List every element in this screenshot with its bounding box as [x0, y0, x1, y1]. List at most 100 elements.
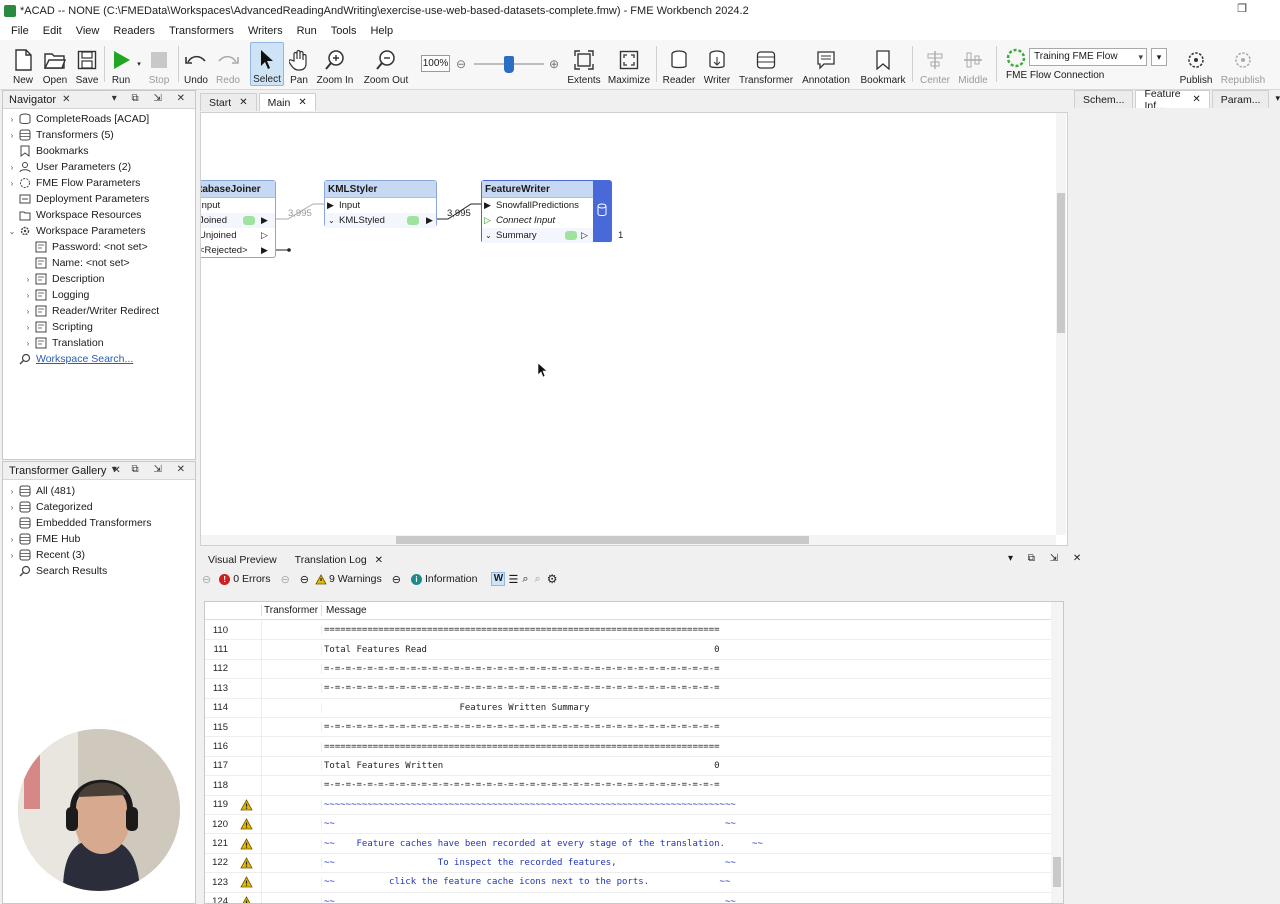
log-row[interactable]: 122 ~~ To inspect the recorded features, … [205, 853, 1051, 874]
close-icon[interactable]: ✕ [62, 94, 70, 105]
new-button[interactable]: New [8, 42, 38, 86]
zoom-in-button[interactable]: Zoom In [314, 42, 356, 86]
log-row[interactable]: 114 Features Written Summary [205, 698, 1051, 718]
expand-icon[interactable]: › [23, 323, 33, 332]
expand-icon[interactable]: › [7, 535, 17, 544]
gallery-item-search-results[interactable]: Search Results [7, 563, 107, 579]
log-vertical-scrollbar[interactable] [1051, 602, 1063, 903]
expand-icon[interactable]: › [23, 291, 33, 300]
transformer-button[interactable]: Transformer [738, 42, 794, 86]
undo-button[interactable]: Undo [181, 42, 211, 86]
log-row[interactable]: 124 ~~ ~~ [205, 892, 1051, 903]
tree-item-deployment-parameters[interactable]: Deployment Parameters [7, 191, 149, 207]
canvas-horizontal-scrollbar[interactable] [201, 535, 1056, 545]
tree-item-flow-parameters[interactable]: › FME Flow Parameters [7, 175, 141, 191]
log-row[interactable]: 116 =====================================… [205, 737, 1051, 757]
tree-item-password[interactable]: Password: <not set> [23, 239, 148, 255]
panel-controls[interactable]: ▾ ⧉ ⇲ ✕ [112, 464, 191, 475]
maximize-button[interactable]: Maximize [606, 42, 652, 86]
next-error-icon[interactable]: ⊖ [281, 573, 290, 586]
menu-run[interactable]: Run [290, 25, 324, 37]
scroll-thumb[interactable] [1057, 193, 1065, 333]
expand-icon[interactable]: › [7, 163, 17, 172]
redo-button[interactable]: Redo [213, 42, 243, 86]
gallery-item-recent[interactable]: › Recent (3) [7, 547, 85, 563]
tree-item-scripting[interactable]: › Scripting [23, 319, 93, 335]
select-tool-button[interactable]: Select [250, 42, 284, 86]
expand-icon[interactable]: › [7, 551, 17, 560]
previous-error-icon[interactable]: ⊖ [202, 573, 211, 586]
tree-item-translation[interactable]: › Translation [23, 335, 104, 351]
close-icon[interactable]: ✕ [298, 97, 306, 108]
expand-icon[interactable]: › [23, 307, 33, 316]
reader-button[interactable]: Reader [662, 42, 696, 86]
expand-icon[interactable]: › [7, 115, 17, 124]
log-row[interactable]: 123 ~~ click the feature cache icons next… [205, 873, 1051, 893]
log-row[interactable]: 112 =-=-=-=-=-=-=-=-=-=-=-=-=-=-=-=-=-=-=… [205, 659, 1051, 680]
canvas-vertical-scrollbar[interactable] [1056, 113, 1066, 535]
pan-tool-button[interactable]: Pan [286, 42, 312, 86]
expand-icon[interactable]: › [23, 275, 33, 284]
log-row[interactable]: 118 =-=-=-=-=-=-=-=-=-=-=-=-=-=-=-=-=-=-=… [205, 776, 1051, 796]
gallery-item-fme-hub[interactable]: › FME Hub [7, 531, 81, 547]
tree-item-name[interactable]: Name: <not set> [23, 255, 130, 271]
zoom-level-field[interactable]: 100% [421, 55, 450, 72]
log-row[interactable]: 113 =-=-=-=-=-=-=-=-=-=-=-=-=-=-=-=-=-=-=… [205, 679, 1051, 699]
gallery-item-all[interactable]: › All (481) [7, 483, 75, 499]
next-warning-icon[interactable]: ⊖ [392, 573, 401, 586]
open-button[interactable]: Open [40, 42, 70, 86]
expand-icon[interactable]: › [7, 503, 17, 512]
expand-icon[interactable]: › [7, 179, 17, 188]
panel-controls[interactable]: ▾ ⧉ ⇲ ✕ [1008, 553, 1087, 564]
stop-button[interactable]: Stop [144, 42, 174, 86]
extents-button[interactable]: Extents [566, 42, 602, 86]
tree-item-workspace-search[interactable]: Workspace Search... [7, 351, 133, 367]
collapse-icon[interactable]: ⌄ [7, 227, 17, 236]
publish-button[interactable]: Publish [1176, 42, 1216, 86]
gallery-item-categorized[interactable]: › Categorized [7, 499, 93, 515]
annotation-button[interactable]: Annotation [800, 42, 852, 86]
scroll-thumb[interactable] [396, 536, 809, 544]
middle-button[interactable]: Middle [955, 42, 991, 86]
tab-visual-preview[interactable]: Visual Preview [200, 551, 285, 569]
zoom-slider-thumb[interactable] [504, 56, 514, 73]
tree-item-workspace-resources[interactable]: Workspace Resources [7, 207, 141, 223]
list-view-icon[interactable]: ☰ [508, 573, 518, 586]
column-header-message[interactable]: Message [321, 605, 367, 616]
tab-translation-log[interactable]: Translation Log ✕ [287, 551, 391, 569]
menu-readers[interactable]: Readers [106, 25, 162, 37]
tree-item-transformers[interactable]: › Transformers (5) [7, 127, 114, 143]
menu-writers[interactable]: Writers [241, 25, 290, 37]
menu-file[interactable]: File [4, 25, 36, 37]
find-icon[interactable]: ⌕ [522, 573, 528, 586]
expand-icon[interactable]: › [7, 131, 17, 140]
run-options-arrow[interactable]: ▾ [135, 42, 143, 86]
find-next-icon[interactable]: ⌕ [535, 573, 541, 586]
tree-item-user-parameters[interactable]: › User Parameters (2) [7, 159, 131, 175]
flow-connection-menu-button[interactable]: ▾ [1151, 48, 1167, 66]
tab-feature-information[interactable]: Feature Inf... ✕ [1135, 88, 1210, 112]
tab-main[interactable]: Main ✕ [258, 93, 316, 111]
information-filter[interactable]: Information [425, 573, 478, 585]
save-button[interactable]: Save [72, 42, 102, 86]
tab-parameters[interactable]: Param... [1211, 90, 1270, 108]
zoom-out-button[interactable]: Zoom Out [361, 42, 411, 86]
center-button[interactable]: Center [917, 42, 953, 86]
previous-warning-icon[interactable]: ⊖ [300, 573, 309, 586]
log-row[interactable]: 115 =-=-=-=-=-=-=-=-=-=-=-=-=-=-=-=-=-=-=… [205, 718, 1051, 738]
tree-item-completeroads[interactable]: › CompleteRoads [ACAD] [7, 111, 150, 127]
menu-edit[interactable]: Edit [36, 25, 69, 37]
close-icon[interactable]: ✕ [375, 555, 383, 566]
log-row[interactable]: 117 Total Features Written 0 [205, 756, 1051, 777]
gear-icon[interactable]: ⚙ [547, 572, 558, 586]
scroll-thumb[interactable] [1053, 857, 1061, 887]
tree-item-bookmarks[interactable]: Bookmarks [7, 143, 89, 159]
log-row[interactable]: 120 ~~ ~~ [205, 815, 1051, 835]
workspace-search-link[interactable]: Workspace Search... [36, 353, 133, 365]
menu-tools[interactable]: Tools [324, 25, 364, 37]
close-icon[interactable]: ✕ [1192, 94, 1200, 105]
feature-count-summary[interactable]: 1 [618, 230, 623, 241]
tree-item-logging[interactable]: › Logging [23, 287, 90, 303]
errors-filter[interactable]: 0 Errors [233, 573, 270, 585]
panel-controls[interactable]: ▾ ⧉ ⇲ ✕ [112, 93, 191, 104]
